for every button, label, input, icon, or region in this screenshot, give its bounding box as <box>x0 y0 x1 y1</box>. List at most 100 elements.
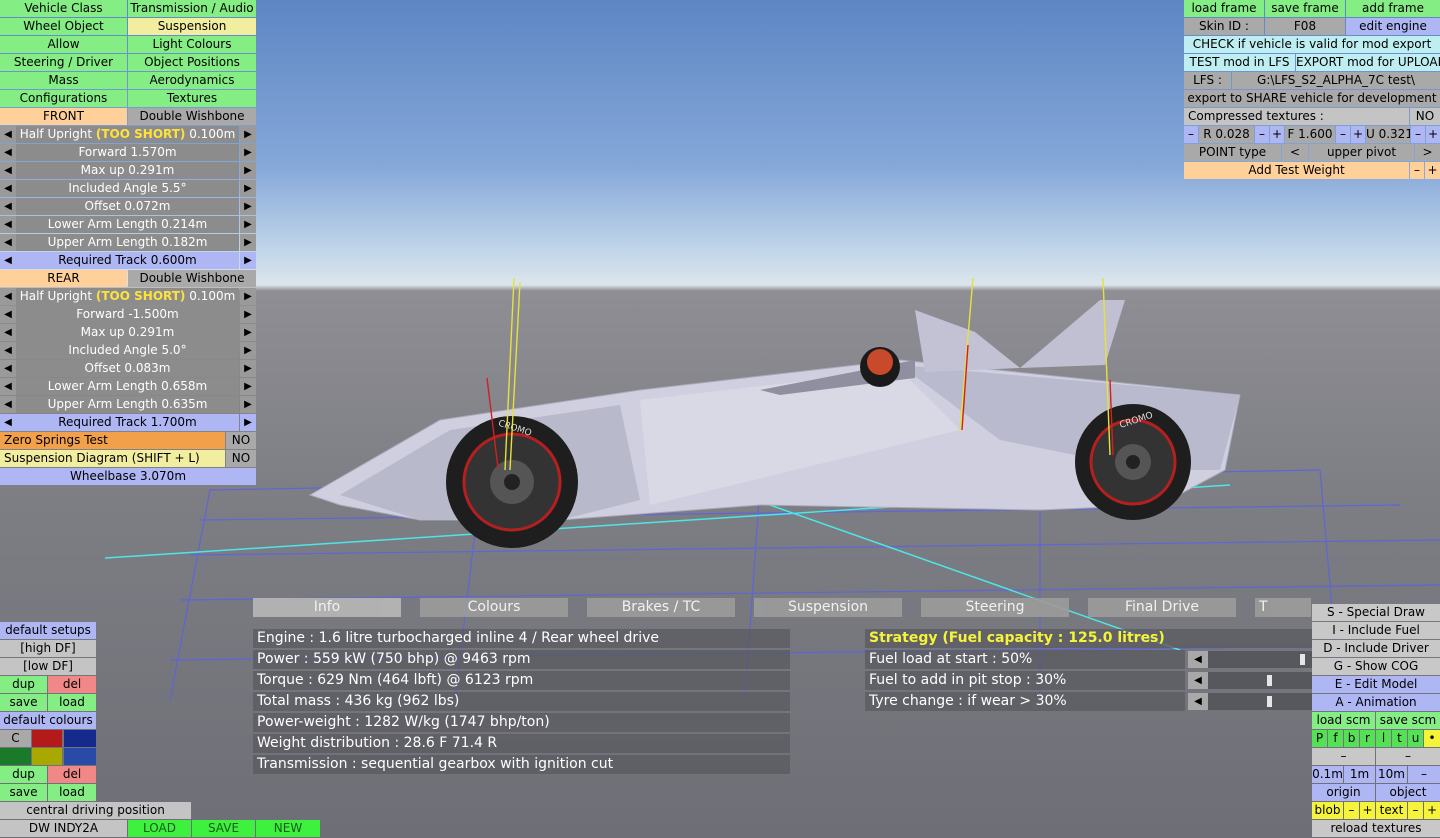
rear-forward-inc[interactable]: ▶ <box>240 306 256 323</box>
rear-included-angle-inc[interactable]: ▶ <box>240 342 256 359</box>
rear-half-upright-inc[interactable]: ▶ <box>240 288 256 305</box>
zero-springs-test[interactable]: Zero Springs Test <box>0 432 225 449</box>
nav-allow[interactable]: Allow <box>0 36 127 53</box>
nav-textures[interactable]: Textures <box>128 90 256 107</box>
export-share-button[interactable]: export to SHARE vehicle for development <box>1184 90 1440 107</box>
special-draw-toggle[interactable]: S - Special Draw <box>1312 604 1440 621</box>
front-upper-arm-dec[interactable]: ◀ <box>0 234 16 251</box>
front-suspension-type[interactable]: Double Wishbone <box>128 108 256 125</box>
colour-dup-button[interactable]: dup <box>0 766 47 783</box>
rear-max-up-dec[interactable]: ◀ <box>0 324 16 341</box>
point-type-value[interactable]: upper pivot <box>1309 144 1414 161</box>
blob-minus[interactable]: – <box>1344 802 1359 819</box>
export-mod-button[interactable]: EXPORT mod for UPLOAD <box>1296 54 1440 71</box>
rear-forward-dec[interactable]: ◀ <box>0 306 16 323</box>
edit-model-toggle[interactable]: E - Edit Model <box>1312 676 1440 693</box>
text-minus[interactable]: – <box>1408 802 1423 819</box>
r-minus-button[interactable]: – <box>1184 126 1198 143</box>
colour-swatch-olive[interactable] <box>32 748 62 765</box>
test-weight-plus[interactable]: + <box>1425 162 1440 179</box>
colour-c-button[interactable]: C <box>0 730 31 747</box>
setup-save-button[interactable]: save <box>0 694 47 711</box>
reload-textures-button[interactable]: reload textures <box>1312 820 1440 837</box>
front-track-dec[interactable]: ◀ <box>0 252 16 269</box>
scale-minus[interactable]: – <box>1408 766 1440 783</box>
save-frame-button[interactable]: save frame <box>1265 0 1345 17</box>
front-offset-dec[interactable]: ◀ <box>0 198 16 215</box>
toggle-l[interactable]: l <box>1376 730 1391 747</box>
scale-dec-right[interactable]: – <box>1376 748 1440 765</box>
f-minus-button[interactable]: – <box>1336 126 1350 143</box>
u-plus-button[interactable]: + <box>1351 126 1365 143</box>
front-included-angle-dec[interactable]: ◀ <box>0 180 16 197</box>
object-button[interactable]: object <box>1376 784 1440 801</box>
toggle-p[interactable]: P <box>1312 730 1327 747</box>
nav-vehicle-class[interactable]: Vehicle Class <box>0 0 127 17</box>
edit-engine-button[interactable]: edit engine <box>1346 18 1440 35</box>
toggle-r[interactable]: r <box>1360 730 1375 747</box>
add-frame-button[interactable]: add frame <box>1346 0 1440 17</box>
point-prev-button[interactable]: < <box>1282 144 1308 161</box>
skin-id-value[interactable]: F08 <box>1265 18 1345 35</box>
toggle-u[interactable]: u <box>1408 730 1423 747</box>
origin-button[interactable]: origin <box>1312 784 1375 801</box>
blob-button[interactable]: blob <box>1312 802 1343 819</box>
lfs-path[interactable]: G:\LFS_S2_ALPHA_7C test\ <box>1232 72 1440 89</box>
setup-del-button[interactable]: del <box>48 676 96 693</box>
scale-dec-left[interactable]: – <box>1312 748 1375 765</box>
car-load-button[interactable]: LOAD <box>128 820 191 837</box>
front-half-upright-dec[interactable]: ◀ <box>0 126 16 143</box>
default-setups-button[interactable]: default setups <box>0 622 96 639</box>
colour-swatch-navy[interactable] <box>64 730 96 747</box>
rear-suspension-type[interactable]: Double Wishbone <box>128 270 256 287</box>
toggle-b[interactable]: b <box>1344 730 1359 747</box>
r-minus-2-button[interactable]: – <box>1255 126 1269 143</box>
front-max-up-dec[interactable]: ◀ <box>0 162 16 179</box>
car-save-button[interactable]: SAVE <box>192 820 255 837</box>
rear-max-up-inc[interactable]: ▶ <box>240 324 256 341</box>
show-cog-toggle[interactable]: G - Show COG <box>1312 658 1440 675</box>
nav-configurations[interactable]: Configurations <box>0 90 127 107</box>
test-mod-button[interactable]: TEST mod in LFS <box>1184 54 1295 71</box>
point-next-button[interactable]: > <box>1415 144 1440 161</box>
rear-upper-arm-inc[interactable]: ▶ <box>240 396 256 413</box>
f-plus-button[interactable]: + <box>1270 126 1284 143</box>
load-frame-button[interactable]: load frame <box>1184 0 1264 17</box>
toggle-f[interactable]: f <box>1328 730 1343 747</box>
nav-aerodynamics[interactable]: Aerodynamics <box>128 72 256 89</box>
front-lower-arm-dec[interactable]: ◀ <box>0 216 16 233</box>
colour-load-button[interactable]: load <box>48 784 96 801</box>
add-test-weight-button[interactable]: Add Test Weight <box>1184 162 1409 179</box>
nav-suspension[interactable]: Suspension <box>128 18 256 35</box>
colour-swatch-red[interactable] <box>32 730 62 747</box>
rear-track-dec[interactable]: ◀ <box>0 414 16 431</box>
suspension-diagram-value[interactable]: NO <box>226 450 256 467</box>
nav-wheel-object[interactable]: Wheel Object <box>0 18 127 35</box>
colour-del-button[interactable]: del <box>48 766 96 783</box>
rear-lower-arm-dec[interactable]: ◀ <box>0 378 16 395</box>
front-track-inc[interactable]: ▶ <box>240 252 256 269</box>
nav-light-colours[interactable]: Light Colours <box>128 36 256 53</box>
suspension-diagram-toggle[interactable]: Suspension Diagram (SHIFT + L) <box>0 450 225 467</box>
blob-plus[interactable]: + <box>1360 802 1375 819</box>
include-driver-toggle[interactable]: D - Include Driver <box>1312 640 1440 657</box>
front-lower-arm-inc[interactable]: ▶ <box>240 216 256 233</box>
front-label[interactable]: FRONT <box>0 108 127 125</box>
front-max-up-inc[interactable]: ▶ <box>240 162 256 179</box>
nav-object-positions[interactable]: Object Positions <box>128 54 256 71</box>
load-scm-button[interactable]: load scm <box>1312 712 1375 729</box>
text-plus[interactable]: + <box>1424 802 1440 819</box>
nav-mass[interactable]: Mass <box>0 72 127 89</box>
rear-upper-arm-dec[interactable]: ◀ <box>0 396 16 413</box>
check-valid-button[interactable]: CHECK if vehicle is valid for mod export <box>1184 36 1440 53</box>
rear-offset-dec[interactable]: ◀ <box>0 360 16 377</box>
include-fuel-toggle[interactable]: I - Include Fuel <box>1312 622 1440 639</box>
nav-transmission-audio[interactable]: Transmission / Audio <box>128 0 256 17</box>
save-scm-button[interactable]: save scm <box>1376 712 1440 729</box>
u-minus-button[interactable]: – <box>1411 126 1425 143</box>
rear-label[interactable]: REAR <box>0 270 127 287</box>
animation-toggle[interactable]: A - Animation <box>1312 694 1440 711</box>
compressed-textures-value[interactable]: NO <box>1410 108 1440 125</box>
front-upper-arm-inc[interactable]: ▶ <box>240 234 256 251</box>
rear-offset-inc[interactable]: ▶ <box>240 360 256 377</box>
